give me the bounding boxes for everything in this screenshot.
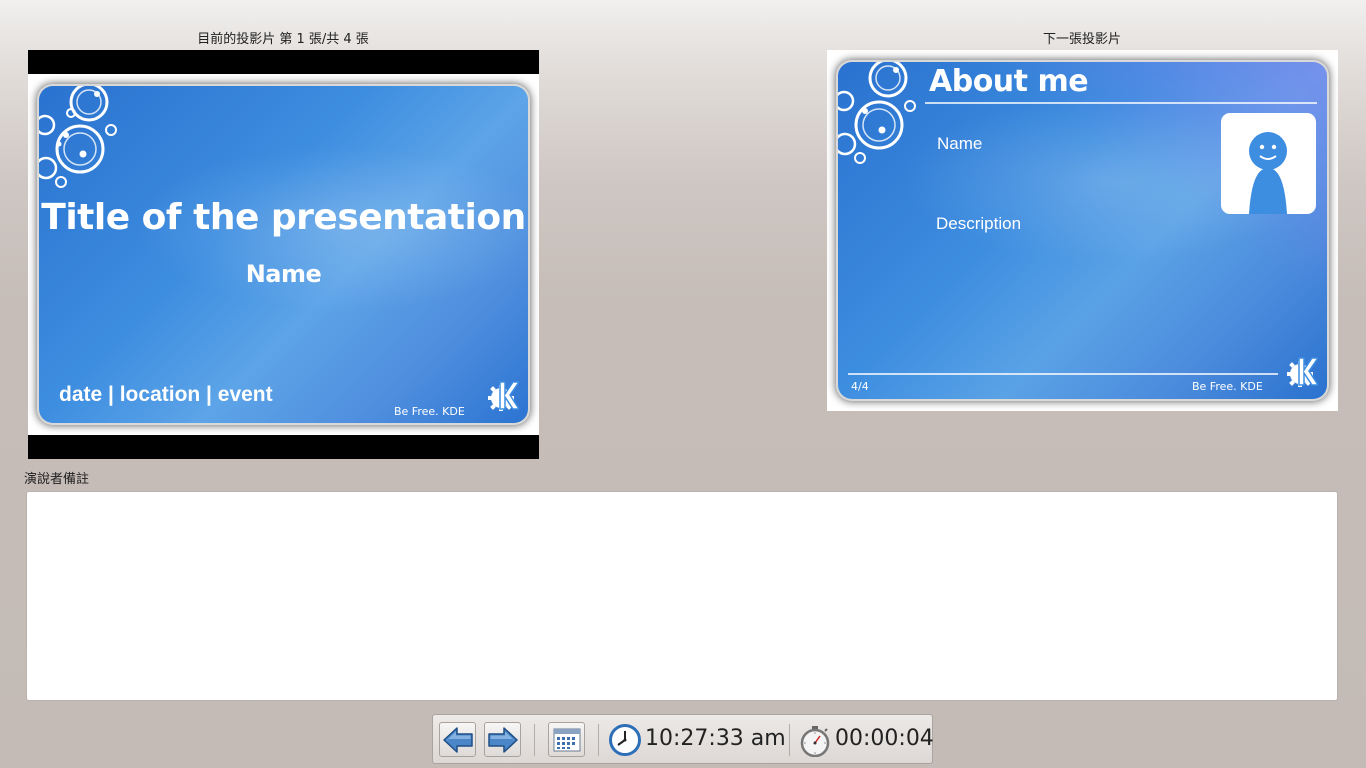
footer-divider (848, 373, 1278, 375)
bubbles-decoration-icon (39, 86, 117, 188)
notes-header: 演說者備註 (24, 472, 90, 487)
current-slide-preview[interactable]: Title of the presentation Name date | lo… (28, 50, 539, 459)
next-slide-preview[interactable]: About me Name Description 4/4 Be Free. K… (827, 50, 1338, 411)
toolbar-separator (598, 724, 599, 756)
kde-logo-icon (1287, 357, 1318, 387)
kde-logo-icon (488, 381, 519, 411)
arrow-right-icon (487, 726, 518, 753)
slide-overview-button[interactable] (548, 722, 585, 757)
presentation-timer: 00:00:04 (835, 726, 934, 751)
next-slide-name-label: Name (937, 134, 983, 153)
current-slide-footer: date | location | event (59, 383, 273, 406)
current-slide-subtitle: Name (245, 260, 322, 288)
stopwatch-icon (800, 726, 830, 757)
speaker-notes-area[interactable] (26, 491, 1338, 701)
next-slide-background: About me Name Description 4/4 Be Free. K… (838, 62, 1327, 399)
next-slide-tagline: Be Free. KDE (1192, 380, 1263, 393)
next-slide-header: 下一張投影片 (1042, 32, 1122, 47)
clock-icon (609, 724, 641, 756)
current-slide-tagline: Be Free. KDE (394, 405, 465, 418)
avatar (1221, 113, 1316, 214)
toolbar-separator (789, 724, 790, 756)
current-slide-header: 目前的投影片 第 1 張/共 4 張 (197, 32, 369, 47)
next-slide-button[interactable] (484, 722, 521, 757)
clock-time: 10:27:33 am (645, 726, 786, 751)
next-slide-page-number: 4/4 (851, 380, 869, 393)
arrow-left-icon (442, 726, 473, 753)
current-slide-title: Title of the presentation (41, 197, 526, 238)
next-slide-description-label: Description (936, 214, 1022, 233)
calendar-grid-icon (553, 728, 580, 751)
title-divider (925, 102, 1317, 104)
bubbles-decoration-icon (838, 62, 916, 164)
current-slide-background: Title of the presentation Name date | lo… (39, 86, 528, 423)
toolbar-separator (534, 724, 535, 756)
person-placeholder-icon (1249, 132, 1287, 214)
next-slide-title: About me (929, 64, 1089, 99)
presenter-toolbar: 10:27:33 am 00:00:04 (432, 714, 934, 764)
previous-slide-button[interactable] (439, 722, 476, 757)
